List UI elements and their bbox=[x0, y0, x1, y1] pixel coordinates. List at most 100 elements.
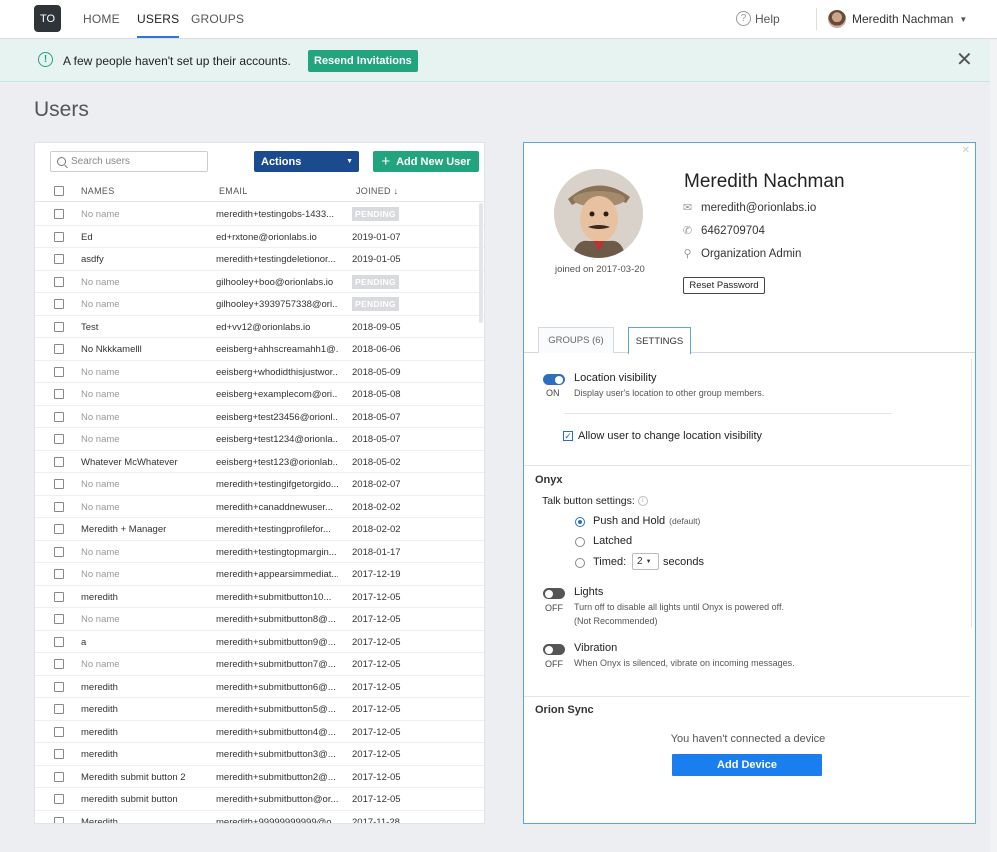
allow-change-checkbox[interactable]: ✓ bbox=[563, 431, 573, 441]
row-checkbox[interactable] bbox=[54, 411, 64, 422]
profile-email-line: ✉ meredith@orionlabs.io bbox=[682, 202, 816, 214]
table-row[interactable]: meredith meredith+submitbutton5@... 2017-1… bbox=[35, 698, 484, 721]
table-row[interactable]: Whatever McWhatever eeisberg+test123@orio… bbox=[35, 451, 484, 473]
table-row[interactable]: Meredith submit button 2 meredith+submitb… bbox=[35, 766, 484, 788]
nav-users[interactable]: USERS bbox=[137, 12, 180, 38]
table-row[interactable]: No name gilhooley+boo@orionlabs.io PENDING bbox=[35, 271, 484, 293]
user-name: Meredith bbox=[81, 816, 118, 824]
table-row[interactable]: asdfy meredith+testingdeletionor... 2019-0… bbox=[35, 248, 484, 271]
row-checkbox[interactable] bbox=[54, 749, 64, 759]
scrollbar[interactable] bbox=[479, 203, 483, 323]
table-row[interactable]: No name meredith+appearsimmediat... 2017-1… bbox=[35, 563, 484, 586]
table-row[interactable]: meredith meredith+submitbutton6@... 2017-1… bbox=[35, 676, 484, 698]
table-row[interactable]: meredith meredith+submitbutton10... 2017-1… bbox=[35, 586, 484, 608]
row-checkbox[interactable] bbox=[54, 546, 64, 557]
table-row[interactable]: No name gilhooley+3939757338@ori... PENDIN… bbox=[35, 293, 484, 316]
org-logo[interactable]: TO bbox=[34, 5, 61, 32]
tab-settings[interactable]: SETTINGS bbox=[628, 327, 691, 354]
nav-home[interactable]: HOME bbox=[83, 12, 120, 26]
search-input[interactable] bbox=[71, 156, 201, 167]
divider bbox=[524, 465, 970, 466]
profile-name: Meredith Nachman bbox=[684, 171, 845, 192]
row-checkbox[interactable] bbox=[54, 614, 64, 624]
row-checkbox[interactable] bbox=[54, 636, 64, 647]
row-checkbox[interactable] bbox=[54, 434, 64, 444]
info-icon[interactable]: i bbox=[637, 496, 648, 507]
help-link[interactable]: ? Help bbox=[736, 11, 780, 26]
row-checkbox[interactable] bbox=[54, 344, 64, 354]
vibration-toggle[interactable] bbox=[543, 644, 565, 655]
row-checkbox[interactable] bbox=[54, 681, 64, 692]
row-checkbox[interactable] bbox=[54, 389, 64, 399]
timed-seconds-select[interactable]: 2 ▼ bbox=[632, 553, 659, 570]
row-checkbox[interactable] bbox=[54, 569, 64, 579]
row-checkbox[interactable] bbox=[54, 794, 64, 804]
tab-groups[interactable]: GROUPS (6) bbox=[538, 327, 614, 353]
radio-timed[interactable] bbox=[575, 558, 585, 568]
table-row[interactable]: No name eeisberg+examplecom@ori... 2018-05… bbox=[35, 383, 484, 406]
table-row[interactable]: No name eeisberg+test1234@orionla... 2018-… bbox=[35, 428, 484, 451]
table-row[interactable]: meredith submit button meredith+submitbut… bbox=[35, 788, 484, 811]
table-row[interactable]: Meredith + Manager meredith+testingprofil… bbox=[35, 518, 484, 541]
user-email: eeisberg+ahhscreamahh1@... bbox=[216, 344, 338, 355]
row-checkbox[interactable] bbox=[54, 726, 64, 737]
nav-groups[interactable]: GROUPS bbox=[191, 12, 244, 26]
table-row[interactable]: No name meredith+canaddnewuser... 2018-02-… bbox=[35, 496, 484, 518]
row-checkbox[interactable] bbox=[54, 659, 64, 669]
row-checkbox[interactable] bbox=[54, 524, 64, 534]
column-email[interactable]: EMAIL bbox=[219, 186, 248, 196]
search-box[interactable] bbox=[50, 151, 208, 172]
row-checkbox[interactable] bbox=[54, 501, 64, 512]
row-checkbox[interactable] bbox=[54, 321, 64, 332]
table-row[interactable]: meredith meredith+submitbutton3@... 2017-1… bbox=[35, 743, 484, 766]
row-checkbox[interactable] bbox=[54, 299, 64, 309]
page-scrollbar[interactable] bbox=[990, 40, 997, 852]
row-checkbox[interactable] bbox=[54, 276, 64, 287]
table-row[interactable]: Meredith meredith+99999999999@o... 2017-11… bbox=[35, 811, 484, 824]
add-new-user-button[interactable]: + Add New User bbox=[373, 151, 479, 172]
row-checkbox[interactable] bbox=[54, 209, 64, 219]
close-icon[interactable]: ✕ bbox=[956, 50, 973, 70]
table-row[interactable]: No Nkkkamelll eeisberg+ahhscreamahh1@... 2… bbox=[35, 338, 484, 361]
row-checkbox[interactable] bbox=[54, 456, 64, 467]
profile-phone: 6462709704 bbox=[701, 225, 765, 237]
column-names[interactable]: NAMES bbox=[81, 186, 115, 196]
user-email: meredith+submitbutton9@... bbox=[216, 636, 336, 648]
user-email: meredith+canaddnewuser... bbox=[216, 501, 333, 513]
radio-push-and-hold[interactable] bbox=[575, 517, 585, 527]
user-joined-date: 2017-12-05 bbox=[352, 749, 401, 760]
table-row[interactable]: Ed ed+rxtone@orionlabs.io 2019-01-07 bbox=[35, 226, 484, 248]
table-row[interactable]: Test ed+vv12@orionlabs.io 2018-09-05 bbox=[35, 316, 484, 338]
table-row[interactable]: a meredith+submitbutton9@... 2017-12-05 bbox=[35, 631, 484, 653]
row-checkbox[interactable] bbox=[54, 591, 64, 602]
column-joined[interactable]: JOINED ↓ bbox=[356, 186, 398, 196]
row-checkbox[interactable] bbox=[54, 704, 64, 714]
row-checkbox[interactable] bbox=[54, 366, 64, 377]
close-icon[interactable]: ✕ bbox=[962, 145, 970, 156]
row-checkbox[interactable] bbox=[54, 816, 64, 823]
radio-latched[interactable] bbox=[575, 537, 585, 547]
row-checkbox[interactable] bbox=[54, 479, 64, 489]
table-row[interactable]: No name meredith+testingobs-1433... PENDIN… bbox=[35, 203, 484, 226]
resend-invitations-button[interactable]: Resend Invitations bbox=[308, 50, 418, 72]
table-row[interactable]: meredith meredith+submitbutton4@... 2017-1… bbox=[35, 721, 484, 743]
location-visibility-toggle[interactable] bbox=[543, 374, 565, 385]
actions-label: Actions bbox=[261, 155, 302, 168]
actions-dropdown[interactable]: Actions ▼ bbox=[254, 151, 359, 172]
user-menu[interactable]: Meredith Nachman ▼ bbox=[828, 10, 967, 28]
scrollbar[interactable] bbox=[971, 358, 972, 628]
table-row[interactable]: No name meredith+submitbutton7@... 2017-12… bbox=[35, 653, 484, 676]
table-row[interactable]: No name meredith+testingifgetorgido... 201… bbox=[35, 473, 484, 496]
lights-toggle[interactable] bbox=[543, 588, 565, 599]
table-row[interactable]: No name eeisberg+whodidthisjustwor... 2018… bbox=[35, 361, 484, 383]
row-checkbox[interactable] bbox=[54, 254, 64, 264]
table-row[interactable]: No name meredith+submitbutton8@... 2017-12… bbox=[35, 608, 484, 631]
row-checkbox[interactable] bbox=[54, 771, 64, 782]
table-row[interactable]: No name meredith+testingtopmargin... 2018-… bbox=[35, 541, 484, 563]
reset-password-button[interactable]: Reset Password bbox=[683, 277, 765, 294]
add-device-button[interactable]: Add Device bbox=[672, 754, 822, 776]
user-name: No Nkkkamelll bbox=[81, 344, 142, 355]
select-all-checkbox[interactable] bbox=[54, 186, 64, 196]
table-row[interactable]: No name eeisberg+test23456@orionl... 2018-… bbox=[35, 406, 484, 428]
row-checkbox[interactable] bbox=[54, 231, 64, 242]
